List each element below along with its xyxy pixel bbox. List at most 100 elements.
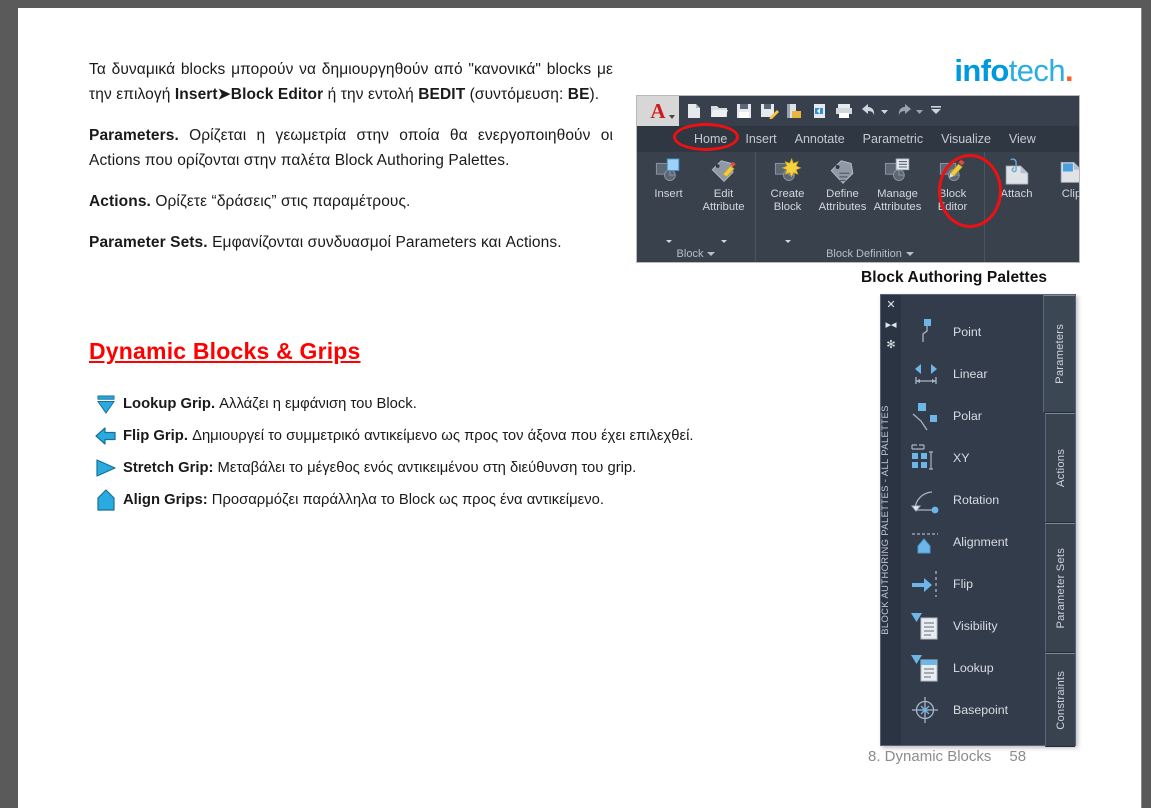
redo-dropdown-icon[interactable] [915, 103, 924, 119]
autocad-app-button[interactable]: A [637, 96, 679, 126]
ribbon-button-label: Manage Attributes [873, 188, 922, 213]
palette-caption: Block Authoring Palettes [861, 269, 1048, 286]
grip-title: Stretch Grip: [123, 460, 214, 476]
chevron-down-icon[interactable] [707, 251, 716, 256]
ribbon-tab-view[interactable]: View [1000, 132, 1045, 146]
ribbon-tab-home[interactable]: Home [685, 132, 736, 146]
palette-tab-label: Parameters [1053, 324, 1066, 384]
panel-title: Block Definition [760, 245, 980, 262]
undo-dropdown-icon[interactable] [880, 103, 889, 119]
ribbon-tab-parametric[interactable]: Parametric [854, 132, 932, 146]
chevron-down-icon[interactable] [784, 240, 791, 243]
paragraph-text: ). [589, 86, 600, 103]
palette-item-alignment[interactable]: Alignment [901, 521, 1043, 563]
grip-list-item: Align Grips: Προσαρμόζει παράλληλα το Bl… [89, 484, 879, 516]
lookup-grip-icon [89, 391, 123, 417]
attach-icon [1002, 158, 1032, 185]
point-parameter-icon [909, 317, 949, 347]
ribbon-tab-visualize[interactable]: Visualize [932, 132, 1000, 146]
body-paragraph: Actions. Ορίζετε “δράσεις” στις παραμέτρ… [89, 189, 613, 214]
ribbon-tab-insert[interactable]: Insert [736, 132, 785, 146]
polar-parameter-icon [909, 401, 949, 431]
section-heading: Dynamic Blocks & Grips [89, 338, 361, 364]
palette-item-polar[interactable]: Polar [901, 395, 1043, 437]
panel-button-row: Attach Clip [989, 152, 1079, 245]
ribbon-button-block-editor[interactable]: Block Editor [925, 152, 980, 245]
auto-hide-icon[interactable]: ▸◂ [885, 320, 896, 331]
ribbon-button-edit-attribute[interactable]: Edit Attribute [696, 152, 751, 245]
open-icon[interactable] [709, 103, 729, 119]
ribbon-tab-annotate[interactable]: Annotate [786, 132, 854, 146]
ribbon-button-label: Insert [654, 188, 683, 200]
ribbon-panels: Insert Edit Attribute Block Create Block Def… [637, 152, 1079, 262]
palette-item-label: Visibility [953, 619, 998, 633]
panel-button-row: Insert Edit Attribute [641, 152, 751, 245]
palette-item-label: XY [953, 451, 970, 465]
palette-tab-parameters[interactable]: Parameters [1043, 295, 1075, 413]
palette-item-point[interactable]: Point [901, 311, 1043, 353]
logo-info-text: info [954, 53, 1009, 88]
new-icon[interactable] [684, 103, 704, 119]
palette-item-lookup[interactable]: Lookup [901, 647, 1043, 689]
flip-grip-icon [89, 423, 123, 449]
palette-vertical-title: BLOCK AUTHORING PALETTES - ALL PALETTES [879, 405, 890, 635]
grip-list-item: Flip Grip. Δημιουργεί το συμμετρικό αντι… [89, 420, 879, 452]
save-as-icon[interactable] [759, 103, 779, 120]
chevron-down-icon[interactable] [665, 240, 672, 243]
emphasis-text: Parameters. [89, 127, 179, 144]
undo-icon[interactable] [859, 103, 879, 119]
palette-tab-parameter-sets[interactable]: Parameter Sets [1045, 523, 1075, 653]
grips-list: Lookup Grip. Αλλάζει η εμφάνιση του Bloc… [89, 388, 879, 516]
document-page: infotech. Τα δυναμικά blocks μπορούν να … [18, 8, 1142, 808]
palette-item-basepoint[interactable]: Basepoint [901, 689, 1043, 731]
panel-title-label: Block [676, 247, 704, 260]
ribbon-panel-block-definition: Create Block Define Attributes Manage Attr… [756, 152, 985, 262]
palette-item-visibility[interactable]: Visibility [901, 605, 1043, 647]
palette-item-rotation[interactable]: Rotation [901, 479, 1043, 521]
save-icon[interactable] [734, 103, 754, 119]
logo-dot: . [1064, 53, 1074, 88]
grip-list-item: Lookup Grip. Αλλάζει η εμφάνιση του Bloc… [89, 388, 879, 420]
ribbon-button-label: Attach [1000, 188, 1033, 200]
palette-tab-constraints[interactable]: Constraints [1045, 653, 1075, 747]
ribbon-button-clip[interactable]: Clip [1044, 152, 1079, 245]
customize-icon[interactable] [930, 103, 942, 119]
ribbon-button-create-block[interactable]: Create Block [760, 152, 815, 245]
grip-title: Flip Grip. [123, 428, 188, 444]
properties-icon[interactable]: ✻ [886, 340, 895, 351]
edit-attribute-icon [709, 158, 739, 185]
body-paragraph: Τα δυναμικά blocks μπορούν να δημιουργηθ… [89, 57, 613, 107]
ribbon-panel-block: Insert Edit Attribute Block [637, 152, 756, 262]
palette-item-linear[interactable]: Linear [901, 353, 1043, 395]
define-attributes-icon [828, 158, 858, 185]
palette-tab-actions[interactable]: Actions [1045, 413, 1075, 523]
import-icon[interactable] [809, 103, 829, 119]
manage-attributes-icon [883, 158, 913, 185]
alignment-parameter-icon [909, 527, 949, 557]
footer-page-number: 58 [1009, 748, 1027, 765]
grip-description: Stretch Grip: Μεταβάλει το μέγεθος ενός … [123, 458, 636, 478]
export-icon[interactable] [784, 103, 804, 119]
grip-text: Αλλάζει η εμφάνιση του Block. [215, 396, 417, 412]
grip-title: Align Grips: [123, 492, 208, 508]
plot-icon[interactable] [834, 103, 854, 119]
ribbon-button-define-attributes[interactable]: Define Attributes [815, 152, 870, 245]
ribbon-button-attach[interactable]: Attach [989, 152, 1044, 245]
palette-item-label: Basepoint [953, 703, 1009, 717]
body-text-column: Τα δυναμικά blocks μπορούν να δημιουργηθ… [89, 57, 613, 255]
align-grip-icon [89, 487, 123, 513]
grip-description: Lookup Grip. Αλλάζει η εμφάνιση του Bloc… [123, 394, 417, 414]
palette-item-label: Point [953, 325, 982, 339]
chevron-down-icon[interactable] [905, 251, 914, 256]
palette-tab-label: Actions [1054, 448, 1067, 488]
ribbon-button-manage-attributes[interactable]: Manage Attributes [870, 152, 925, 245]
chevron-down-icon[interactable] [720, 240, 727, 243]
palette-item-xy[interactable]: XY [901, 437, 1043, 479]
infotech-logo: infotech. [954, 54, 1073, 88]
palette-item-flip[interactable]: Flip [901, 563, 1043, 605]
redo-icon[interactable] [894, 103, 914, 119]
close-icon[interactable]: ✕ [886, 300, 895, 311]
ribbon-button-insert[interactable]: Insert [641, 152, 696, 245]
emphasis-text: BEDIT [418, 86, 466, 103]
palette-item-list: Point Linear Polar XY Rotation Alignment Flip V… [901, 295, 1043, 745]
